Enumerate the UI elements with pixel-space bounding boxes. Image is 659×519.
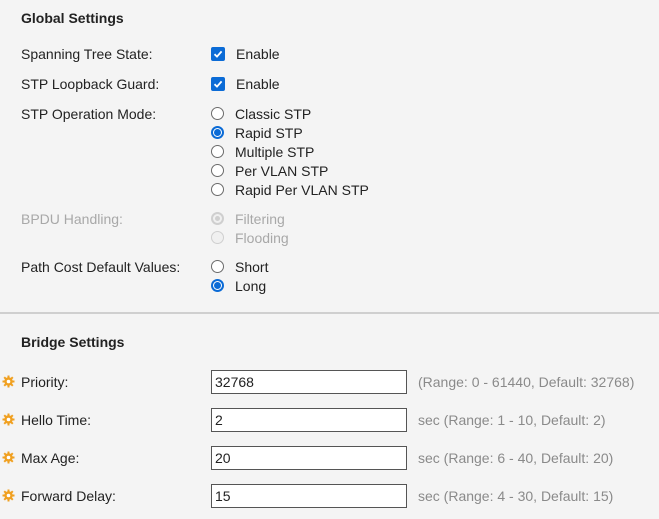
bridge-settings-title: Bridge Settings bbox=[21, 334, 125, 350]
hello-time-input[interactable] bbox=[211, 408, 407, 432]
path-cost-short-radio[interactable] bbox=[211, 260, 224, 273]
priority-hint: (Range: 0 - 61440, Default: 32768) bbox=[418, 374, 635, 390]
stp-loopback-guard-label: STP Loopback Guard: bbox=[21, 76, 160, 92]
checkmark-icon bbox=[213, 80, 223, 88]
stp-mode-rapid-per-vlan-text: Rapid Per VLAN STP bbox=[235, 181, 369, 198]
stp-mode-multiple-option[interactable]: Multiple STP bbox=[211, 142, 314, 161]
stp-mode-rapid-per-vlan-radio[interactable] bbox=[211, 183, 224, 196]
spanning-tree-state-enable-text: Enable bbox=[236, 45, 280, 62]
stp-mode-classic-radio[interactable] bbox=[211, 107, 224, 120]
bpdu-filtering-text: Filtering bbox=[235, 210, 285, 227]
spanning-tree-state-label: Spanning Tree State: bbox=[21, 46, 153, 62]
bpdu-flooding-radio bbox=[211, 231, 224, 244]
stp-mode-rapid-radio[interactable] bbox=[211, 126, 224, 139]
max-age-label: Max Age: bbox=[21, 450, 80, 466]
stp-mode-per-vlan-text: Per VLAN STP bbox=[235, 162, 329, 179]
stp-loopback-guard-checkbox[interactable] bbox=[211, 76, 225, 91]
global-settings-title: Global Settings bbox=[21, 10, 124, 26]
path-cost-long-text: Long bbox=[235, 277, 267, 294]
max-age-hint: sec (Range: 6 - 40, Default: 20) bbox=[418, 450, 614, 466]
stp-mode-per-vlan-radio[interactable] bbox=[211, 164, 224, 177]
path-cost-long-option[interactable]: Long bbox=[211, 276, 266, 295]
priority-input[interactable] bbox=[211, 370, 407, 394]
stp-mode-classic-text: Classic STP bbox=[235, 105, 312, 122]
stp-loopback-guard-enable-text: Enable bbox=[236, 75, 280, 92]
checkmark-icon bbox=[213, 50, 223, 58]
path-cost-long-radio[interactable] bbox=[211, 279, 224, 292]
required-gear-icon bbox=[2, 375, 15, 388]
section-divider bbox=[0, 312, 659, 314]
spanning-tree-state-option[interactable]: Enable bbox=[211, 44, 280, 63]
hello-time-hint: sec (Range: 1 - 10, Default: 2) bbox=[418, 412, 606, 428]
bpdu-filtering-radio bbox=[211, 212, 224, 225]
required-gear-icon bbox=[2, 451, 15, 464]
stp-operation-mode-label: STP Operation Mode: bbox=[21, 106, 157, 122]
required-gear-icon bbox=[2, 413, 15, 426]
hello-time-label: Hello Time: bbox=[21, 412, 92, 428]
forward-delay-input[interactable] bbox=[211, 484, 407, 508]
stp-mode-classic-option[interactable]: Classic STP bbox=[211, 104, 311, 123]
priority-label: Priority: bbox=[21, 374, 69, 390]
stp-mode-per-vlan-option[interactable]: Per VLAN STP bbox=[211, 161, 328, 180]
bpdu-flooding-option: Flooding bbox=[211, 228, 289, 247]
path-cost-default-values-label: Path Cost Default Values: bbox=[21, 259, 181, 275]
stp-mode-rapid-text: Rapid STP bbox=[235, 124, 303, 141]
stp-mode-rapid-option[interactable]: Rapid STP bbox=[211, 123, 303, 142]
stp-mode-rapid-per-vlan-option[interactable]: Rapid Per VLAN STP bbox=[211, 180, 369, 199]
path-cost-short-option[interactable]: Short bbox=[211, 257, 268, 276]
bpdu-handling-label: BPDU Handling: bbox=[21, 211, 123, 227]
bpdu-filtering-option: Filtering bbox=[211, 209, 285, 228]
bpdu-flooding-text: Flooding bbox=[235, 229, 289, 246]
forward-delay-label: Forward Delay: bbox=[21, 488, 116, 504]
path-cost-short-text: Short bbox=[235, 258, 269, 275]
stp-loopback-guard-option[interactable]: Enable bbox=[211, 74, 280, 93]
forward-delay-hint: sec (Range: 4 - 30, Default: 15) bbox=[418, 488, 614, 504]
max-age-input[interactable] bbox=[211, 446, 407, 470]
stp-mode-multiple-text: Multiple STP bbox=[235, 143, 315, 160]
spanning-tree-state-checkbox[interactable] bbox=[211, 46, 225, 61]
stp-mode-multiple-radio[interactable] bbox=[211, 145, 224, 158]
required-gear-icon bbox=[2, 489, 15, 502]
